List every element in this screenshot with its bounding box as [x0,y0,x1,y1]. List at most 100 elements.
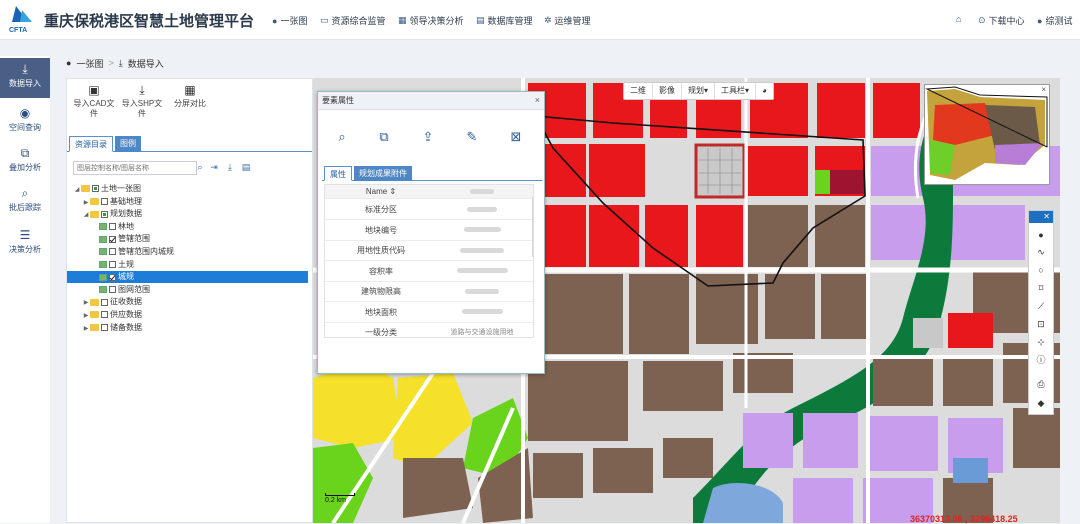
table-scrollbar[interactable] [532,197,533,257]
left-rail: ⤓ 数据导入 ◉ 空间查询 ⧉ 叠加分析 ⌕ 批后跟踪 ☰ 决策分析 [0,56,50,523]
attribute-name: 一级分类 [365,328,397,337]
caret-right-icon[interactable]: ▶ [82,323,90,335]
tree-layer-item[interactable]: 林地 [67,221,308,233]
rail-post-approval[interactable]: ⌕ 批后跟踪 [0,182,50,222]
tree-folder-item[interactable]: ▶ 征收数据 [67,296,308,308]
info-icon[interactable]: ⓘ [1029,354,1053,366]
tree-layer-item[interactable]: 管辖范围内城规 [67,246,308,258]
zoom-feature-icon[interactable]: ⌕ [332,129,352,147]
rail-data-import[interactable]: ⤓ 数据导入 [0,58,50,98]
tab-resource-catalog[interactable]: 资源目录 [69,136,113,152]
folder-icon [90,197,99,205]
import-cad-button[interactable]: ▣ 导入CAD文件 [71,84,117,119]
globe-icon[interactable]: ◕ [756,83,773,99]
home-button[interactable]: ⌂ [956,14,961,24]
tree-item-label: 征收数据 [110,297,142,307]
tree-layer-item[interactable]: 管辖范围 [67,233,308,245]
name-column-header[interactable]: Name ⇕ [331,185,431,199]
tree-item-label: 管辖范围内城规 [118,247,174,256]
nav-decision-analysis[interactable]: ▦ 领导决策分析 [398,14,464,27]
toolbox-dropdown[interactable]: 工具栏▾ [715,83,757,99]
draw-toolbar-close[interactable]: ✕ [1029,211,1053,223]
tab-plan-attachments[interactable]: 规划成果附件 [354,166,412,181]
user-menu[interactable]: ● 综测试 [1037,14,1072,27]
tree-layer-item[interactable]: 土规 [67,259,308,271]
layer-checkbox[interactable] [109,235,116,243]
attribute-row: 容积率 [325,261,533,282]
attribute-value-redacted [437,220,527,241]
tree-layer-item[interactable]: 图网范围 [67,284,308,296]
print-icon[interactable]: ⎙ [1029,378,1053,390]
nav-database-manage[interactable]: ▤ 数据库管理 [476,14,533,27]
point-icon[interactable]: ● [1029,229,1053,241]
nav-yizhangtu[interactable]: ● 一张图 [272,14,307,27]
ruler-icon[interactable]: ⟋ [1029,300,1053,312]
nav-resource-monitor[interactable]: ▭ 资源综合监管 [320,14,386,27]
nav-ops-manage[interactable]: ✲ 运维管理 [544,14,591,27]
area-icon[interactable]: ⊡ [1029,318,1053,330]
layer-checkbox[interactable] [101,323,108,331]
location-icon: ◉ [19,106,31,120]
tree-folder-item[interactable]: ▶ 供应数据 [67,309,308,321]
caret-right-icon[interactable]: ▶ [82,197,90,209]
tree-folder-item[interactable]: ▶ 储备数据 [67,322,308,334]
upload-icon[interactable]: ⇪ [418,129,438,147]
split-screen-icon: ▦ [184,83,196,97]
tool-label: 导入SHP文件 [121,99,163,118]
tab-attributes[interactable]: 属性 [324,166,352,181]
locate-icon[interactable]: ⊹ [1029,336,1053,348]
layer-checkbox[interactable] [109,223,116,231]
attribute-value-redacted [437,240,527,261]
caret-down-icon[interactable]: ◢ [82,209,90,221]
export-icon[interactable]: ⇥ [209,162,219,174]
attribute-row: 建筑物限高 [325,281,533,302]
close-icon[interactable]: × [535,95,540,105]
imagery-button[interactable]: 影像 [653,83,682,99]
plan-dropdown[interactable]: 规划▾ [682,83,716,99]
excel-icon[interactable]: ⊠ [506,129,526,147]
import-shp-button[interactable]: ⤓ 导入SHP文件 [119,84,165,119]
line-icon[interactable]: ∿ [1029,246,1053,258]
circle-icon[interactable]: ○ [1029,264,1053,276]
close-icon[interactable]: × [1041,85,1046,94]
svg-text:CFTA: CFTA [9,27,27,34]
search-icon[interactable]: ⌕ [195,162,205,174]
breadcrumb-root[interactable]: 一张图 [76,57,103,70]
layer-checkbox[interactable] [109,273,116,281]
layer-checkbox[interactable] [109,248,116,256]
overview-minimap[interactable]: × [924,84,1050,185]
polygon-icon[interactable]: ⌑ [1029,282,1053,294]
edit-icon[interactable]: ✎ [462,129,482,147]
rail-decision-analysis[interactable]: ☰ 决策分析 [0,224,50,264]
caret-right-icon[interactable]: ▶ [82,297,90,309]
tab-legend[interactable]: 图例 [115,136,141,152]
rail-spatial-query[interactable]: ◉ 空间查询 [0,102,50,142]
download-center-link[interactable]: ⊙ 下载中心 [978,14,1025,27]
overlay-icon: ⧉ [20,146,30,160]
attribute-name: 建筑物限高 [361,287,401,296]
layer-checkbox[interactable] [92,185,99,193]
search-icon: ⌕ [21,186,29,200]
layer-checkbox[interactable] [101,210,108,218]
tree-layer-item[interactable]: 城规 [67,271,308,284]
caret-down-icon[interactable]: ◢ [73,184,81,196]
layer-checkbox[interactable] [109,286,116,294]
download-icon[interactable]: ⤓ [225,162,235,174]
split-screen-button[interactable]: ▦ 分屏对比 [167,83,213,109]
eraser-icon[interactable]: ◆ [1029,397,1053,409]
tree-folder-item[interactable]: ◢ 规划数据 [67,208,308,220]
caret-right-icon[interactable]: ▶ [82,310,90,322]
view-2d-button[interactable]: 二维 [624,83,653,99]
tree-folder-item[interactable]: ◢ 土地一张图 [67,183,308,195]
layer-search-input[interactable] [73,161,197,175]
list-icon: ☰ [19,228,31,242]
save-icon[interactable]: ▤ [241,162,251,174]
rail-overlay-analysis[interactable]: ⧉ 叠加分析 [0,142,50,182]
layer-checkbox[interactable] [101,197,108,205]
tree-folder-item[interactable]: ▶ 基础地理 [67,196,308,208]
layer-checkbox[interactable] [109,260,116,268]
layer-checkbox[interactable] [101,298,108,306]
layer-checkbox[interactable] [101,311,108,319]
frame-icon[interactable]: ⧉ [374,129,394,147]
breadcrumb-current: 数据导入 [127,58,164,69]
